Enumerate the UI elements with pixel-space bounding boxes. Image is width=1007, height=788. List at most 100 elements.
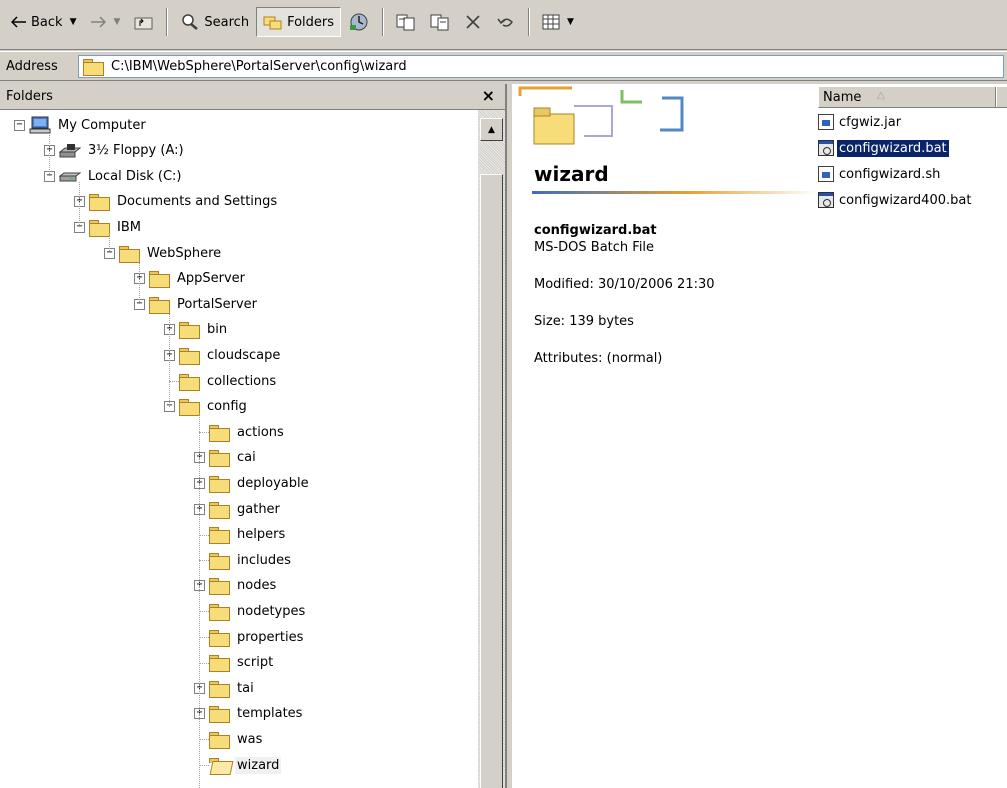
tree-item[interactable]: + cai — [194, 447, 258, 469]
details-file-name: configwizard.bat — [534, 223, 657, 238]
tree-item[interactable]: + templates — [194, 703, 304, 725]
tree-guide-line — [109, 233, 110, 253]
tree-item-label: was — [237, 731, 263, 747]
forward-button[interactable]: ▼ — [83, 7, 127, 37]
file-item[interactable]: configwizard.sh — [818, 164, 942, 184]
folders-label: Folders — [287, 14, 335, 30]
views-button[interactable]: ▼ — [535, 7, 581, 37]
tree-item[interactable]: + deployable — [194, 472, 311, 494]
file-item[interactable]: cfgwiz.jar — [818, 112, 903, 132]
tree-item[interactable]: actions — [194, 421, 286, 443]
hard-disk-icon — [59, 172, 81, 182]
tree-item[interactable]: − WebSphere — [104, 242, 223, 264]
tree-item[interactable]: − Local Disk (C:) — [44, 165, 183, 187]
folder-tree: − My Computer +3½ Floppy (A:) − Local Disk (… — [0, 110, 478, 788]
folders-button[interactable]: Folders — [256, 7, 342, 37]
tree-item-label: script — [237, 655, 274, 671]
collapse-icon[interactable]: − — [14, 119, 25, 131]
batch-file-icon — [818, 140, 834, 156]
tree-item[interactable]: was — [194, 728, 264, 750]
tree-item[interactable]: + bin — [164, 319, 229, 341]
folders-pane-header: Folders × — [0, 84, 505, 110]
column-header-label: Name — [823, 90, 862, 105]
close-pane-icon[interactable]: × — [482, 86, 495, 105]
column-divider[interactable] — [995, 87, 997, 107]
back-button[interactable]: Back ▼ — [4, 7, 83, 37]
tree-item-label: nodes — [237, 578, 277, 594]
standard-toolbar: Back ▼ ▼ Search Folders ▼ — [0, 0, 1007, 50]
folders-pane: Folders × − My Computer +3½ Floppy (A:) − Lo… — [0, 84, 507, 788]
copy-to-button[interactable] — [423, 7, 457, 37]
vertical-scrollbar[interactable]: ▲ — [478, 110, 505, 788]
tree-item[interactable]: properties — [194, 626, 305, 648]
tree-item[interactable]: includes — [194, 549, 293, 571]
history-button[interactable] — [341, 7, 377, 37]
tree-guide-line — [169, 310, 170, 407]
tree-item[interactable]: + cloudscape — [164, 344, 282, 366]
folder-icon — [209, 527, 230, 545]
forward-dropdown-icon[interactable]: ▼ — [113, 17, 120, 27]
views-dropdown-icon[interactable]: ▼ — [567, 17, 574, 27]
delete-button[interactable] — [457, 7, 489, 37]
tree-item[interactable]: + gather — [194, 498, 282, 520]
folder-icon — [209, 424, 230, 442]
tree-item[interactable]: − PortalServer — [134, 293, 259, 315]
tree-item[interactable]: collections — [164, 370, 278, 392]
search-icon — [182, 14, 199, 30]
tree-item[interactable]: +3½ Floppy (A:) — [44, 140, 186, 162]
tree-item[interactable]: + AppServer — [134, 268, 247, 290]
details-size: Size: 139 bytes — [534, 314, 634, 329]
undo-button[interactable] — [489, 7, 523, 37]
tree-item[interactable]: helpers — [194, 524, 287, 546]
address-path: C:\IBM\WebSphere\PortalServer\config\wiz… — [111, 59, 407, 74]
file-name-label: configwizard.bat — [837, 139, 949, 157]
address-label: Address — [6, 59, 58, 74]
move-to-icon — [396, 14, 415, 31]
file-item[interactable]: configwizard.bat — [818, 138, 949, 158]
folder-title: wizard — [534, 162, 609, 186]
computer-icon — [29, 116, 51, 134]
tree-item[interactable]: + tai — [194, 677, 256, 699]
tree-item-label: IBM — [117, 219, 141, 235]
folder-banner-graphic — [518, 86, 684, 145]
tree-guide-line — [79, 182, 80, 228]
up-folder-button[interactable] — [127, 7, 161, 37]
folder-icon — [209, 706, 230, 724]
column-header-name[interactable]: Name △ — [818, 86, 1007, 108]
folder-icon — [209, 552, 230, 570]
scroll-up-button[interactable]: ▲ — [480, 118, 503, 141]
tree-item[interactable]: + nodes — [194, 575, 278, 597]
title-underline — [532, 191, 817, 194]
details-modified: Modified: 30/10/2006 21:30 — [534, 277, 715, 292]
search-button[interactable]: Search — [173, 7, 256, 37]
tree-item-label: 3½ Floppy (A:) — [88, 143, 184, 159]
address-field[interactable]: C:\IBM\WebSphere\PortalServer\config\wiz… — [78, 55, 1004, 78]
tree-item[interactable]: − My Computer — [14, 114, 148, 136]
tree-item[interactable]: + Documents and Settings — [74, 191, 279, 213]
tree-item-label: WebSphere — [147, 245, 222, 261]
folder-icon — [179, 373, 200, 391]
tree-item-label: includes — [237, 552, 291, 568]
scroll-thumb[interactable] — [480, 174, 503, 788]
folders-icon — [263, 16, 282, 30]
tree-item[interactable]: nodetypes — [194, 600, 307, 622]
history-icon — [350, 13, 368, 31]
folder-icon — [179, 322, 200, 340]
file-item[interactable]: configwizard400.bat — [818, 190, 973, 210]
tree-item-label: gather — [237, 501, 280, 517]
tree-item[interactable]: script — [194, 652, 275, 674]
delete-icon — [466, 15, 480, 29]
tree-item[interactable]: wizard — [194, 754, 282, 776]
copy-to-icon — [430, 14, 449, 31]
folder-icon — [209, 655, 230, 673]
toolbar-separator — [382, 8, 385, 36]
back-dropdown-icon[interactable]: ▼ — [70, 17, 77, 27]
tree-item-label: cloudscape — [207, 347, 281, 363]
folder-icon — [209, 501, 230, 519]
move-to-button[interactable] — [389, 7, 423, 37]
tree-item-label: wizard — [235, 756, 282, 774]
tree-guide-line — [199, 412, 200, 788]
undo-icon — [497, 18, 513, 27]
tree-item-label: helpers — [237, 527, 286, 543]
tree-item[interactable]: − config — [164, 396, 249, 418]
